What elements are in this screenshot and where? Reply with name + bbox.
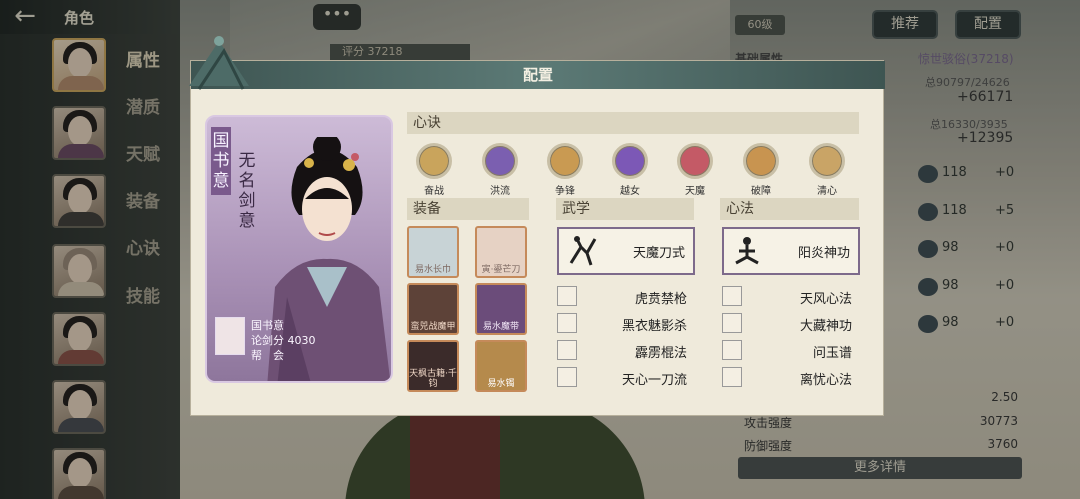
meditation-icon [735, 237, 759, 265]
wuxue-main-slot[interactable]: 天魔刀式 [557, 227, 695, 275]
card-avatar-thumbnail [215, 317, 245, 355]
card-info: 国书意 论剑分 4030 帮 会 [215, 317, 365, 377]
xinjue-slot[interactable]: 天魔 [668, 143, 722, 197]
equipment-slot-belt[interactable]: 易水魔带 [475, 283, 527, 335]
xinjue-slot[interactable]: 越女 [603, 143, 657, 197]
equipment-slot-weapon[interactable]: 寅·鎏芒刀 [475, 226, 527, 278]
equipment-slot-book[interactable]: 天枫古籍·千钧 [407, 340, 459, 392]
card-character-name: 国书意 [211, 127, 231, 195]
card-info-score: 论剑分 4030 [251, 334, 316, 347]
character-card: 国书意 无名剑意 国书意 论剑分 4030 帮 会 [205, 115, 393, 383]
modal-title: 配置 [522, 66, 553, 84]
xinjue-orb-icon [809, 143, 845, 179]
inner-art-icon [722, 313, 742, 333]
umbrella-ornament-icon [189, 36, 249, 90]
martial-skill-icon [557, 340, 577, 360]
config-modal: 配置 国书意 无名剑意 国书意 论剑分 4030 帮 会 心诀 奋战 洪流 争锋… [189, 36, 885, 416]
card-info-guild: 帮 会 [251, 349, 284, 362]
xinfa-item[interactable]: 问玉谱 [722, 339, 860, 361]
card-character-title: 无名剑意 [238, 151, 256, 231]
equipment-slot-armor[interactable]: 蛮兕战魔甲 [407, 283, 459, 335]
card-info-name: 国书意 [251, 319, 284, 332]
xinjue-orb-icon [677, 143, 713, 179]
xinfa-item[interactable]: 大藏神功 [722, 312, 860, 334]
xinjue-slot[interactable]: 清心 [800, 143, 854, 197]
xinjue-header: 心诀 [407, 112, 859, 134]
xinfa-header: 心法 [720, 198, 859, 220]
martial-skill-icon [557, 367, 577, 387]
wuxue-header: 武学 [556, 198, 694, 220]
equipment-slot-bracelet[interactable]: 易水镯 [475, 340, 527, 392]
inner-art-icon [722, 286, 742, 306]
wuxue-item[interactable]: 霹雳棍法 [557, 339, 695, 361]
xinfa-main-label: 阳炎神功 [797, 246, 850, 261]
inner-art-icon [722, 340, 742, 360]
xinjue-slot[interactable]: 破障 [734, 143, 788, 197]
xinjue-slot[interactable]: 洪流 [473, 143, 527, 197]
equipment-header: 装备 [407, 198, 529, 220]
xinfa-main-slot[interactable]: 阳炎神功 [722, 227, 860, 275]
wuxue-main-label: 天魔刀式 [632, 246, 685, 261]
wuxue-item[interactable]: 天心一刀流 [557, 366, 695, 388]
martial-skill-icon [557, 313, 577, 333]
xinjue-slot[interactable]: 争锋 [538, 143, 592, 197]
martial-skill-icon [557, 286, 577, 306]
xinjue-orb-icon [612, 143, 648, 179]
xinjue-orb-icon [416, 143, 452, 179]
xinjue-orb-icon [547, 143, 583, 179]
inner-art-icon [722, 367, 742, 387]
xinfa-item[interactable]: 离忧心法 [722, 366, 860, 388]
xinjue-slot[interactable]: 奋战 [407, 143, 461, 197]
equipment-slot-headwear[interactable]: 易水长巾 [407, 226, 459, 278]
xinfa-item[interactable]: 天风心法 [722, 285, 860, 307]
wuxue-item[interactable]: 黑衣魅影杀 [557, 312, 695, 334]
wuxue-item[interactable]: 虎贲禁枪 [557, 285, 695, 307]
xinjue-orb-icon [482, 143, 518, 179]
swordsman-icon [569, 236, 597, 266]
xinjue-orb-icon [743, 143, 779, 179]
